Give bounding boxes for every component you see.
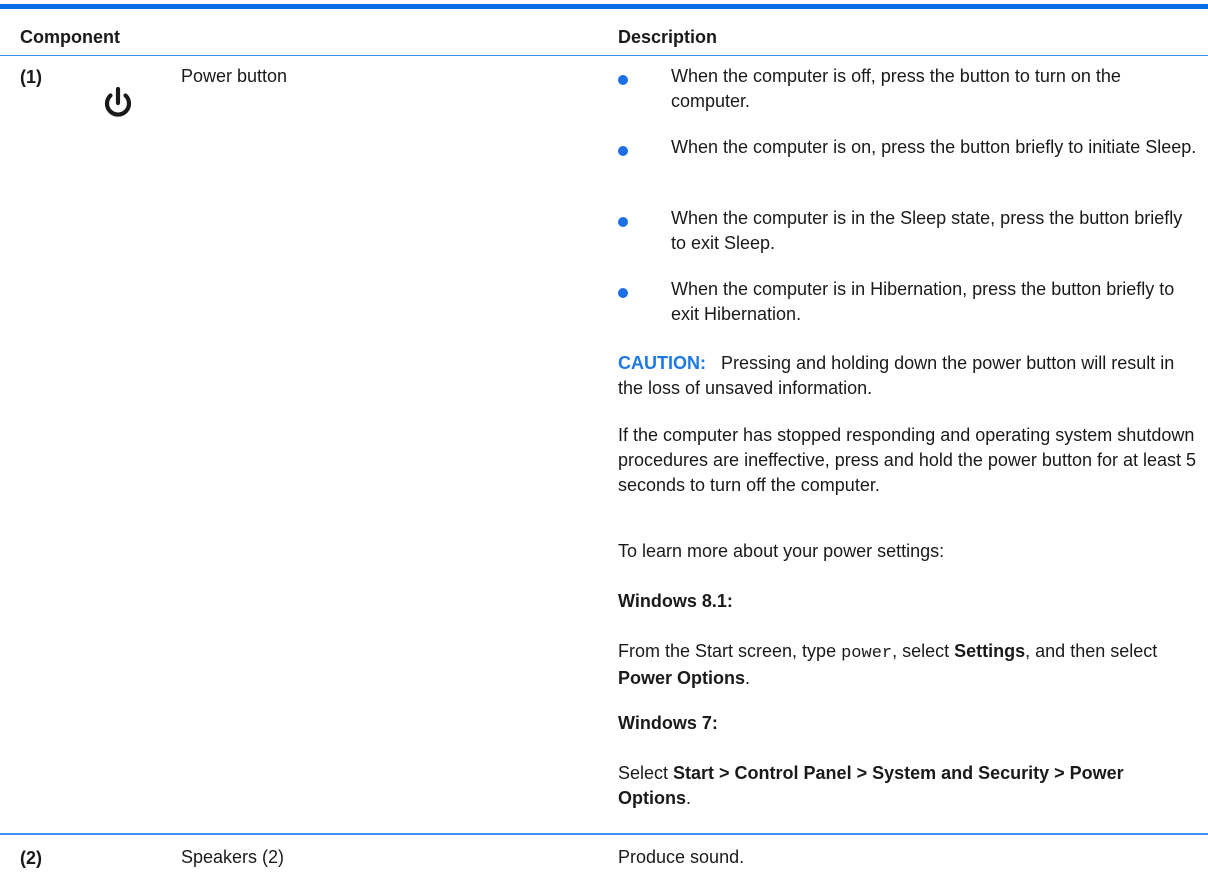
- win7-path: Start > Control Panel > System and Secur…: [618, 763, 1124, 808]
- win81-text-2: , select: [892, 641, 955, 661]
- win81-text-1: From the Start screen, type: [618, 641, 842, 661]
- caution-note: CAUTION: Pressing and holding down the p…: [618, 351, 1203, 401]
- row-2-component-name: Speakers (2): [181, 847, 285, 867]
- bullet-off: When the computer is off, press the butt…: [671, 66, 1121, 111]
- win81-text-4: .: [745, 668, 751, 688]
- unresponsive-paragraph: If the computer has stopped responding a…: [618, 425, 1197, 495]
- windows-81-heading: Windows 8.1:: [618, 591, 733, 611]
- row-2-number: (2): [20, 848, 42, 868]
- bullet-dot: [618, 288, 628, 298]
- win7-text-2: .: [686, 788, 692, 808]
- bullet-hibernation: When the computer is in Hibernation, pre…: [671, 279, 1175, 324]
- row-1-number: (1): [20, 67, 42, 87]
- row-divider: [0, 833, 1208, 835]
- win81-text-3: , and then select: [1025, 641, 1158, 661]
- win81-settings: Settings: [954, 641, 1026, 661]
- caution-label: CAUTION:: [618, 353, 706, 373]
- header-rule: [0, 55, 1208, 56]
- learn-more-text: To learn more about your power settings:: [618, 541, 945, 561]
- row-1-component-name: Power button: [181, 66, 288, 86]
- table-top-rule: [0, 4, 1208, 9]
- row-2-description: Produce sound.: [618, 847, 745, 867]
- windows-7-instructions: Select Start > Control Panel > System an…: [618, 761, 1178, 811]
- bullet-on: When the computer is on, press the butto…: [671, 137, 1197, 157]
- bullet-dot: [618, 75, 628, 85]
- win81-power-options: Power Options: [618, 668, 746, 688]
- header-component: Component: [20, 27, 120, 47]
- power-icon: [100, 86, 136, 122]
- bullet-dot: [618, 217, 628, 227]
- bullet-sleep: When the computer is in the Sleep state,…: [671, 208, 1183, 253]
- win81-code: power: [841, 644, 893, 663]
- windows-81-instructions: From the Start screen, type power, selec…: [618, 639, 1203, 691]
- win7-text-1: Select: [618, 763, 674, 783]
- windows-7-heading: Windows 7:: [618, 713, 718, 733]
- bullet-dot: [618, 146, 628, 156]
- header-description: Description: [618, 27, 718, 47]
